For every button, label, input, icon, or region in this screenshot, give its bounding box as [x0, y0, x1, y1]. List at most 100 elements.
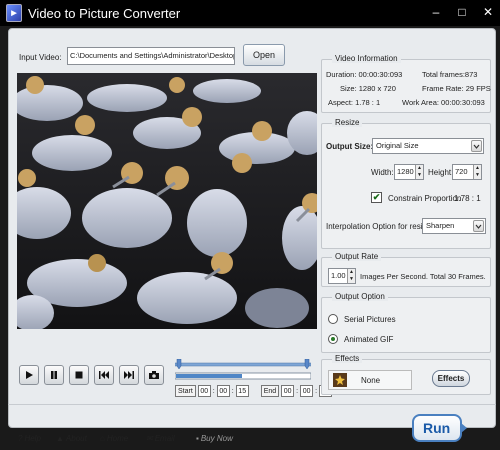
open-button[interactable]: Open: [243, 44, 285, 66]
bottom-divider: [8, 404, 496, 405]
end-label: End: [260, 385, 280, 397]
frame-rate-text: Frame Rate: 29 FPS: [422, 84, 491, 93]
output-rate-value: 1.00: [331, 271, 346, 280]
next-button[interactable]: [119, 365, 139, 385]
size-text: Size: 1280 x 720: [340, 84, 396, 93]
end-minutes[interactable]: 00: [300, 385, 314, 397]
title-bar: ▶ Video to Picture Converter – □ ✕: [0, 0, 500, 26]
rewind-icon: [99, 371, 109, 379]
chevron-down-icon: [471, 140, 482, 152]
start-minutes[interactable]: 00: [216, 385, 230, 397]
email-icon: ✉: [146, 434, 153, 443]
effects-title: Effects: [332, 354, 363, 363]
work-area-slider[interactable]: [175, 359, 311, 369]
effects-preview: None: [328, 370, 412, 390]
width-value: 1280: [397, 167, 414, 176]
constrain-label: Constrain Proportion: [388, 194, 462, 203]
spin-arrows-icon: ▲ ▼: [473, 165, 481, 179]
about-link[interactable]: ▲ About: [56, 434, 87, 443]
total-frames-text: Total frames:873: [422, 70, 478, 79]
start-hours[interactable]: 00: [197, 385, 211, 397]
aspect-text: Aspect: 1.78 : 1: [328, 98, 381, 107]
buy-now-label: Buy Now: [200, 434, 233, 443]
duration-text: Duration: 00:00:30:093: [326, 70, 403, 79]
output-size-label: Output Size:: [326, 142, 374, 151]
output-size-select[interactable]: Original Size: [372, 138, 484, 154]
effects-value: None: [361, 376, 381, 385]
start-label: Start: [175, 385, 196, 397]
animated-gif-label: Animated GIF: [344, 335, 394, 344]
previous-button[interactable]: [94, 365, 114, 385]
snapshot-button[interactable]: [144, 365, 164, 385]
home-icon: ⌂: [100, 434, 105, 443]
end-hours[interactable]: 00: [281, 385, 295, 397]
video-info-section: Video Information Duration: 00:00:30:093…: [321, 54, 491, 113]
effect-thumbnail-icon: [333, 373, 347, 387]
work-area-text: Work Area: 00:00:30:093: [402, 98, 485, 107]
constrain-ratio: 1.78 : 1: [454, 194, 481, 203]
output-rate-text: Images Per Second. Total 30 Frames.: [360, 272, 486, 281]
film-icon: ▶: [6, 4, 22, 22]
email-label: Email: [154, 434, 175, 443]
serial-pictures-label: Serial Pictures: [344, 315, 396, 324]
close-icon[interactable]: ✕: [482, 5, 494, 19]
help-label: Help: [24, 434, 41, 443]
output-option-title: Output Option: [332, 292, 388, 301]
home-link[interactable]: ⌂ Home: [100, 434, 128, 443]
resize-section: Resize Output Size: Original Size Width:…: [321, 118, 491, 249]
output-option-section: Output Option Serial Pictures Animated G…: [321, 292, 491, 353]
stop-icon: [75, 371, 83, 379]
input-video-field[interactable]: C:\Documents and Settings\Administrator\…: [67, 47, 235, 65]
serial-pictures-radio[interactable]: [328, 314, 338, 324]
email-link[interactable]: ✉ Email: [146, 434, 175, 443]
output-rate-spinner[interactable]: 1.00 ▲ ▼: [328, 268, 356, 284]
pause-icon: [51, 371, 57, 379]
start-seconds[interactable]: 15: [235, 385, 249, 397]
help-link[interactable]: ? Help: [18, 434, 41, 443]
run-label: Run: [423, 420, 451, 436]
playback-controls: [19, 365, 164, 385]
animated-gif-radio[interactable]: [328, 334, 338, 344]
run-button[interactable]: Run: [412, 414, 467, 442]
help-icon: ?: [18, 434, 23, 443]
maximize-icon[interactable]: □: [456, 5, 468, 19]
height-spinner[interactable]: 720 ▲ ▼: [452, 164, 482, 180]
play-icon: [26, 371, 33, 379]
width-label: Width:: [371, 168, 394, 177]
input-video-label: Input Video:: [19, 53, 62, 62]
progress-slider[interactable]: [175, 372, 311, 380]
arrow-right-icon: [461, 423, 467, 433]
start-handle-icon: [176, 359, 182, 369]
cart-icon: ▪: [196, 434, 199, 443]
width-spinner[interactable]: 1280 ▲ ▼: [394, 164, 424, 180]
time-range: Start 00: 00: 15 End 00: 00: 30: [175, 385, 333, 397]
video-info-title: Video Information: [332, 54, 401, 63]
end-handle-icon: [304, 359, 310, 369]
main-panel: Input Video: C:\Documents and Settings\A…: [8, 28, 496, 428]
interpolation-select[interactable]: Sharpen: [422, 218, 486, 234]
minimize-icon[interactable]: –: [430, 5, 442, 19]
height-label: Height:: [428, 168, 454, 177]
effects-section: Effects None Effects: [321, 354, 491, 395]
forward-icon: [124, 371, 134, 379]
video-frame-image: [17, 73, 317, 329]
output-rate-section: Output Rate 1.00 ▲ ▼ Images Per Second. T…: [321, 252, 491, 287]
video-preview: [17, 73, 317, 329]
interpolation-value: Sharpen: [426, 221, 455, 230]
camera-icon: [149, 371, 159, 379]
spin-arrows-icon: ▲ ▼: [347, 269, 355, 283]
output-size-value: Original Size: [376, 141, 419, 150]
constrain-checkbox[interactable]: ✔: [371, 192, 382, 203]
output-rate-title: Output Rate: [332, 252, 382, 261]
about-icon: ▲: [56, 434, 64, 443]
chevron-down-icon: [473, 220, 484, 232]
pause-button[interactable]: [44, 365, 64, 385]
about-label: About: [65, 434, 87, 443]
window-title: Video to Picture Converter: [28, 5, 181, 21]
play-button[interactable]: [19, 365, 39, 385]
stop-button[interactable]: [69, 365, 89, 385]
effects-button[interactable]: Effects: [432, 370, 470, 387]
home-label: Home: [106, 434, 129, 443]
buy-now-link[interactable]: ▪ Buy Now: [196, 434, 233, 443]
resize-title: Resize: [332, 118, 363, 127]
